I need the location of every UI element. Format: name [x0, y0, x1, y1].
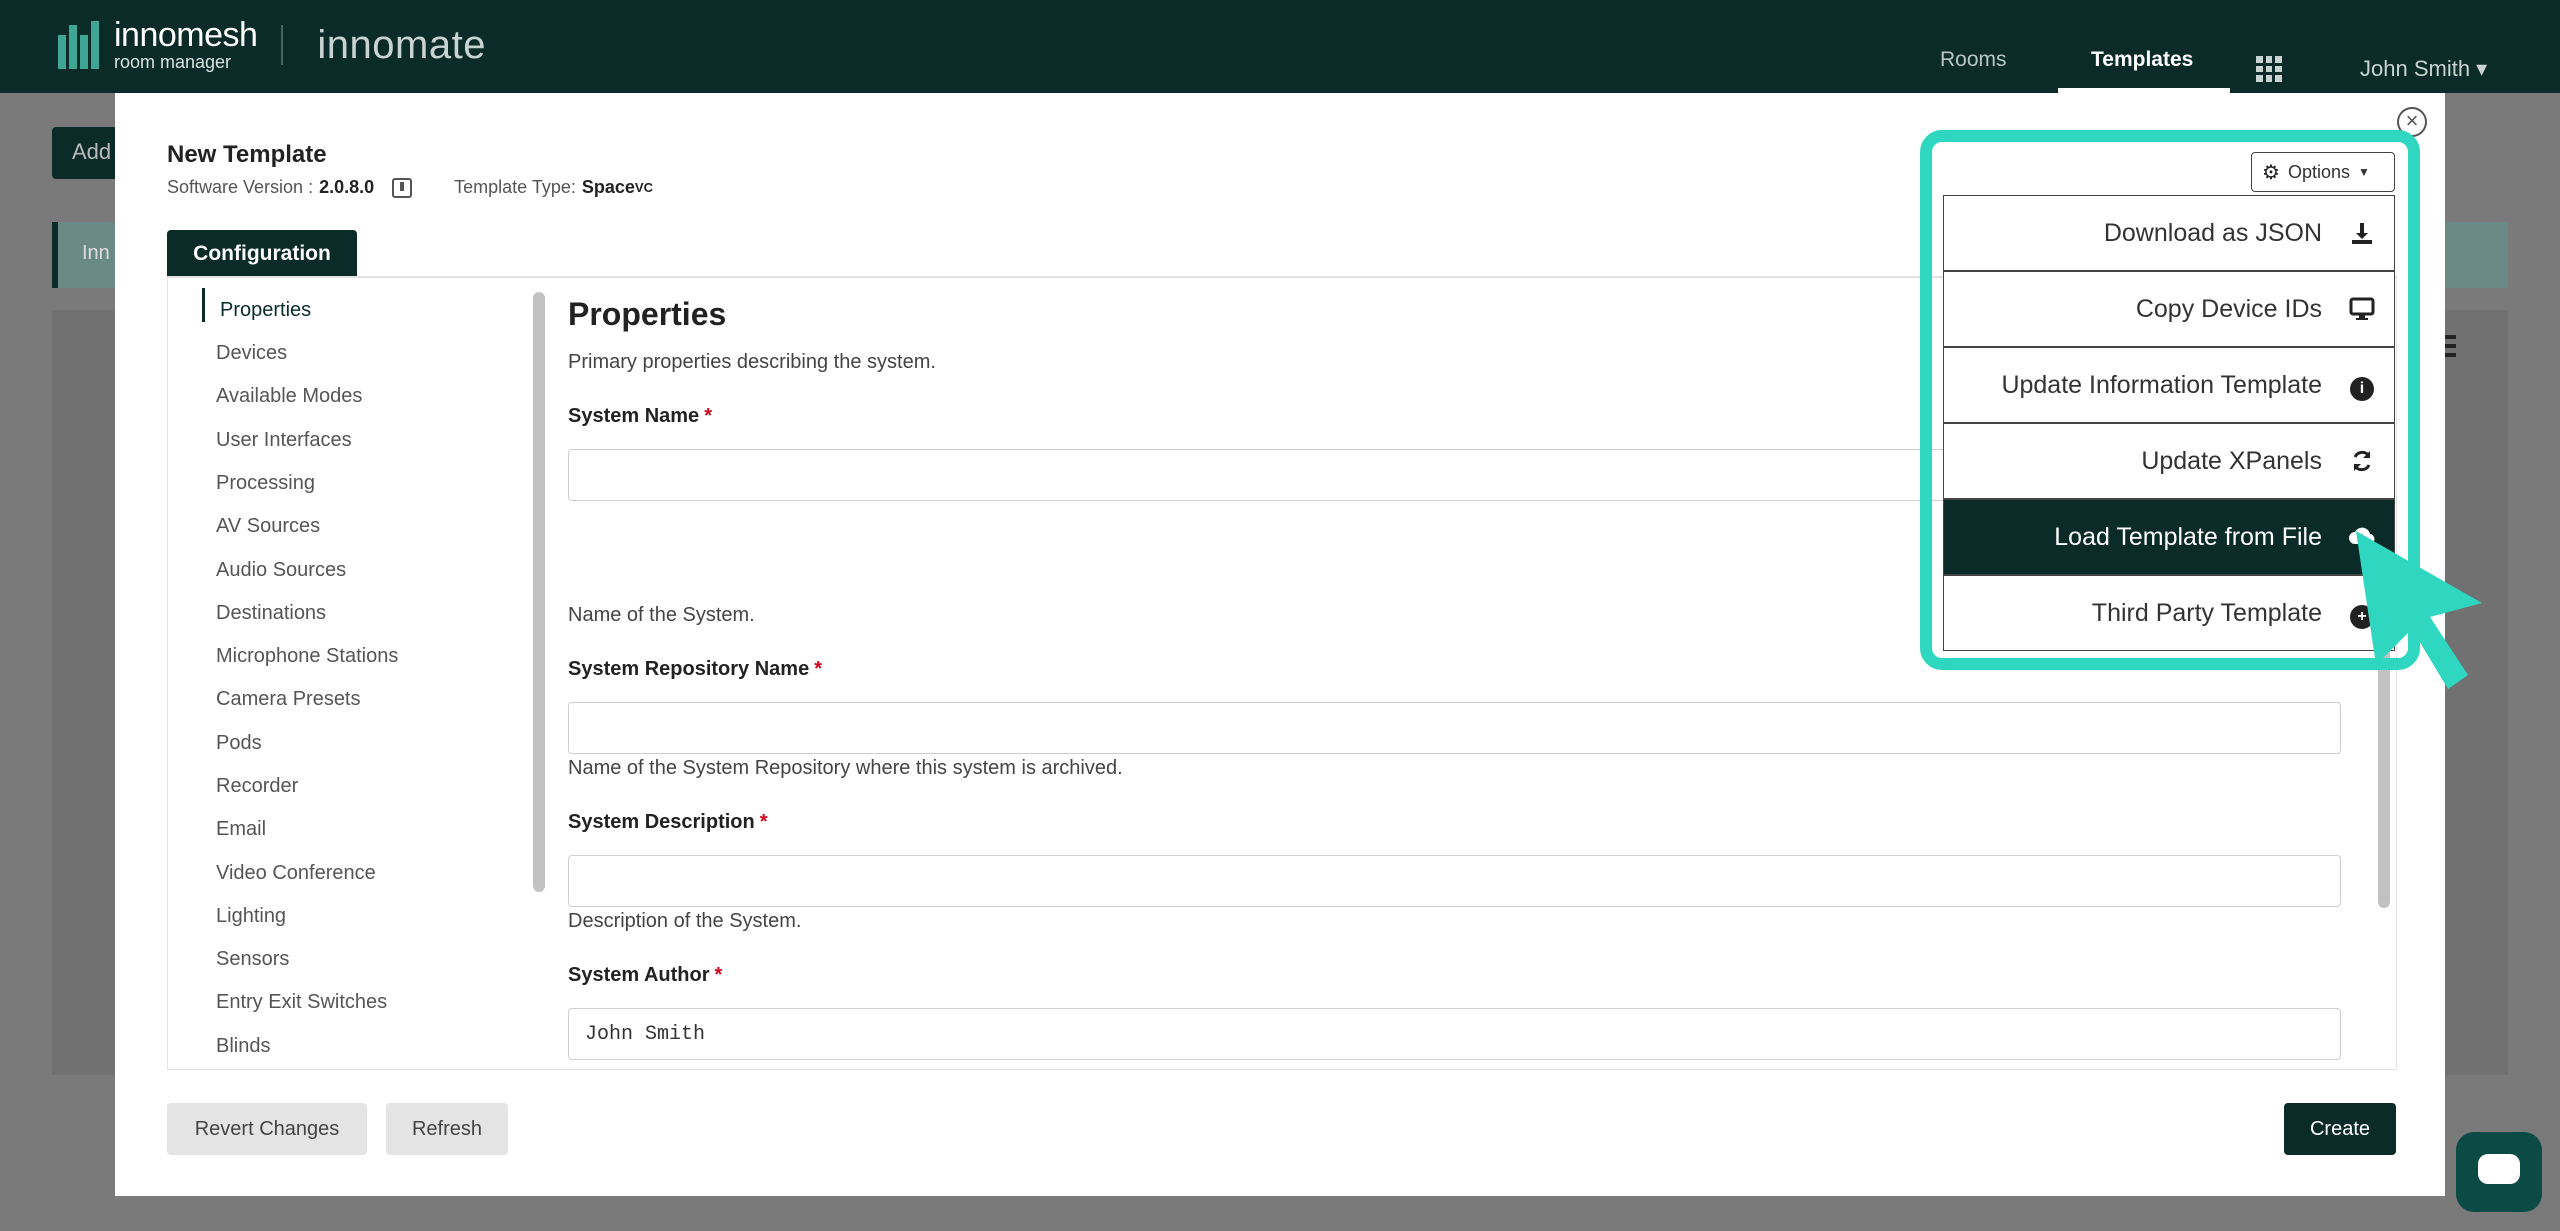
refresh-icon — [2348, 448, 2376, 476]
download-icon — [2348, 220, 2376, 248]
system-author-label: System Author * — [568, 964, 723, 986]
section-subtitle: Primary properties describing the system… — [568, 351, 936, 373]
logo-word: innomesh — [114, 16, 258, 54]
system-author-input[interactable] — [568, 1008, 2341, 1060]
sidebar-item-destinations[interactable]: Destinations — [216, 602, 326, 625]
sidebar-item-processing[interactable]: Processing — [216, 472, 315, 495]
software-version-label: Software Version : — [167, 177, 314, 197]
options-label: Options — [2287, 161, 2350, 182]
info-icon: i — [2348, 372, 2376, 401]
menu-item-update-information-template[interactable]: Update Information Template i — [1943, 347, 2395, 423]
sidebar-active-indicator — [202, 288, 205, 322]
chat-support-button[interactable] — [2456, 1132, 2542, 1212]
menu-item-label: Download as JSON — [2103, 218, 2322, 247]
monitor-icon — [2348, 296, 2376, 324]
template-type-sup: VC — [634, 180, 653, 195]
sidebar-item-video-conference[interactable]: Video Conference — [216, 862, 376, 885]
required-marker: * — [714, 964, 723, 986]
create-button[interactable]: Create — [2284, 1103, 2396, 1155]
sidebar-scrollbar[interactable] — [533, 292, 545, 892]
menu-item-download-json[interactable]: Download as JSON — [1943, 195, 2395, 271]
section-sidebar: Properties Devices Available Modes User … — [168, 278, 558, 1069]
options-dropdown-button[interactable]: ⚙ Options ▼ — [2251, 152, 2395, 192]
software-version-value: 2.0.8.0 — [319, 177, 375, 197]
sidebar-item-lighting[interactable]: Lighting — [216, 905, 286, 928]
logo-subtitle: room manager — [114, 52, 232, 72]
revert-changes-button[interactable]: Revert Changes — [167, 1103, 367, 1155]
system-repository-name-input[interactable] — [568, 702, 2341, 754]
innomesh-logo-icon — [58, 21, 104, 69]
caret-down-icon: ▼ — [2357, 165, 2370, 179]
sidebar-item-email[interactable]: Email — [216, 818, 266, 841]
logo-wordmark: innomesh room manager — [114, 16, 258, 72]
required-marker: * — [759, 811, 768, 833]
background-add-button: Add — [52, 127, 122, 179]
system-repository-name-label: System Repository Name * — [568, 658, 822, 680]
sidebar-item-av-sources[interactable]: AV Sources — [216, 515, 320, 538]
sidebar-item-microphone-stations[interactable]: Microphone Stations — [216, 645, 398, 668]
system-name-help-text: Name of the System. — [568, 604, 755, 626]
sidebar-item-pods[interactable]: Pods — [216, 732, 262, 755]
template-meta: Software Version : 2.0.8.0 Template Type… — [167, 177, 653, 198]
required-marker: * — [814, 658, 822, 680]
modal-title: New Template — [167, 141, 327, 168]
top-navbar: innomesh room manager innomate Rooms Tem… — [0, 0, 2560, 93]
sidebar-item-blinds[interactable]: Blinds — [216, 1035, 270, 1058]
system-description-input[interactable] — [568, 855, 2341, 907]
apps-grid-icon[interactable] — [2256, 56, 2282, 82]
template-type-value: Space — [581, 177, 635, 197]
sidebar-item-available-modes[interactable]: Available Modes — [216, 385, 362, 408]
menu-item-label: Update Information Template — [2001, 370, 2322, 399]
system-description-help: Description of the System. — [568, 910, 802, 932]
nav-templates[interactable]: Templates — [2091, 48, 2193, 72]
menu-item-label: Third Party Template — [2091, 598, 2322, 627]
logo-divider — [281, 25, 284, 65]
menu-item-label: Load Template from File — [2054, 522, 2322, 551]
nav-rooms[interactable]: Rooms — [1940, 48, 2007, 72]
sidebar-item-audio-sources[interactable]: Audio Sources — [216, 559, 346, 582]
refresh-button[interactable]: Refresh — [386, 1103, 508, 1155]
sidebar-item-properties[interactable]: Properties — [220, 299, 311, 322]
system-description-label: System Description * — [568, 811, 768, 833]
menu-item-label: Copy Device IDs — [2135, 294, 2322, 323]
required-marker: * — [704, 405, 712, 427]
menu-item-load-template-from-file[interactable]: Load Template from File — [1943, 499, 2395, 575]
gear-icon: ⚙ — [2262, 161, 2280, 184]
template-type-label: Template Type: — [454, 177, 576, 197]
pointer-cursor-icon — [2356, 531, 2482, 689]
sidebar-item-user-interfaces[interactable]: User Interfaces — [216, 429, 352, 452]
section-title: Properties — [568, 296, 727, 332]
chat-icon — [2478, 1154, 2520, 1184]
download-version-icon[interactable] — [392, 177, 413, 198]
sidebar-item-sensors[interactable]: Sensors — [216, 948, 289, 971]
menu-item-update-xpanels[interactable]: Update XPanels — [1943, 423, 2395, 499]
menu-item-third-party-template[interactable]: Third Party Template + — [1943, 575, 2395, 651]
menu-item-label: Update XPanels — [2141, 446, 2322, 475]
user-menu[interactable]: John Smith ▾ — [2360, 56, 2487, 82]
sidebar-item-entry-exit-switches[interactable]: Entry Exit Switches — [216, 991, 387, 1014]
menu-item-copy-device-ids[interactable]: Copy Device IDs — [1943, 271, 2395, 347]
sidebar-item-camera-presets[interactable]: Camera Presets — [216, 688, 361, 711]
sidebar-item-recorder[interactable]: Recorder — [216, 775, 298, 798]
brand-logo[interactable]: innomesh room manager innomate — [58, 18, 486, 72]
sidebar-item-devices[interactable]: Devices — [216, 342, 287, 365]
system-name-label: System Name * — [568, 405, 712, 427]
app-name: innomate — [317, 22, 486, 67]
tab-configuration[interactable]: Configuration — [167, 230, 357, 278]
system-repository-name-help: Name of the System Repository where this… — [568, 757, 1123, 779]
